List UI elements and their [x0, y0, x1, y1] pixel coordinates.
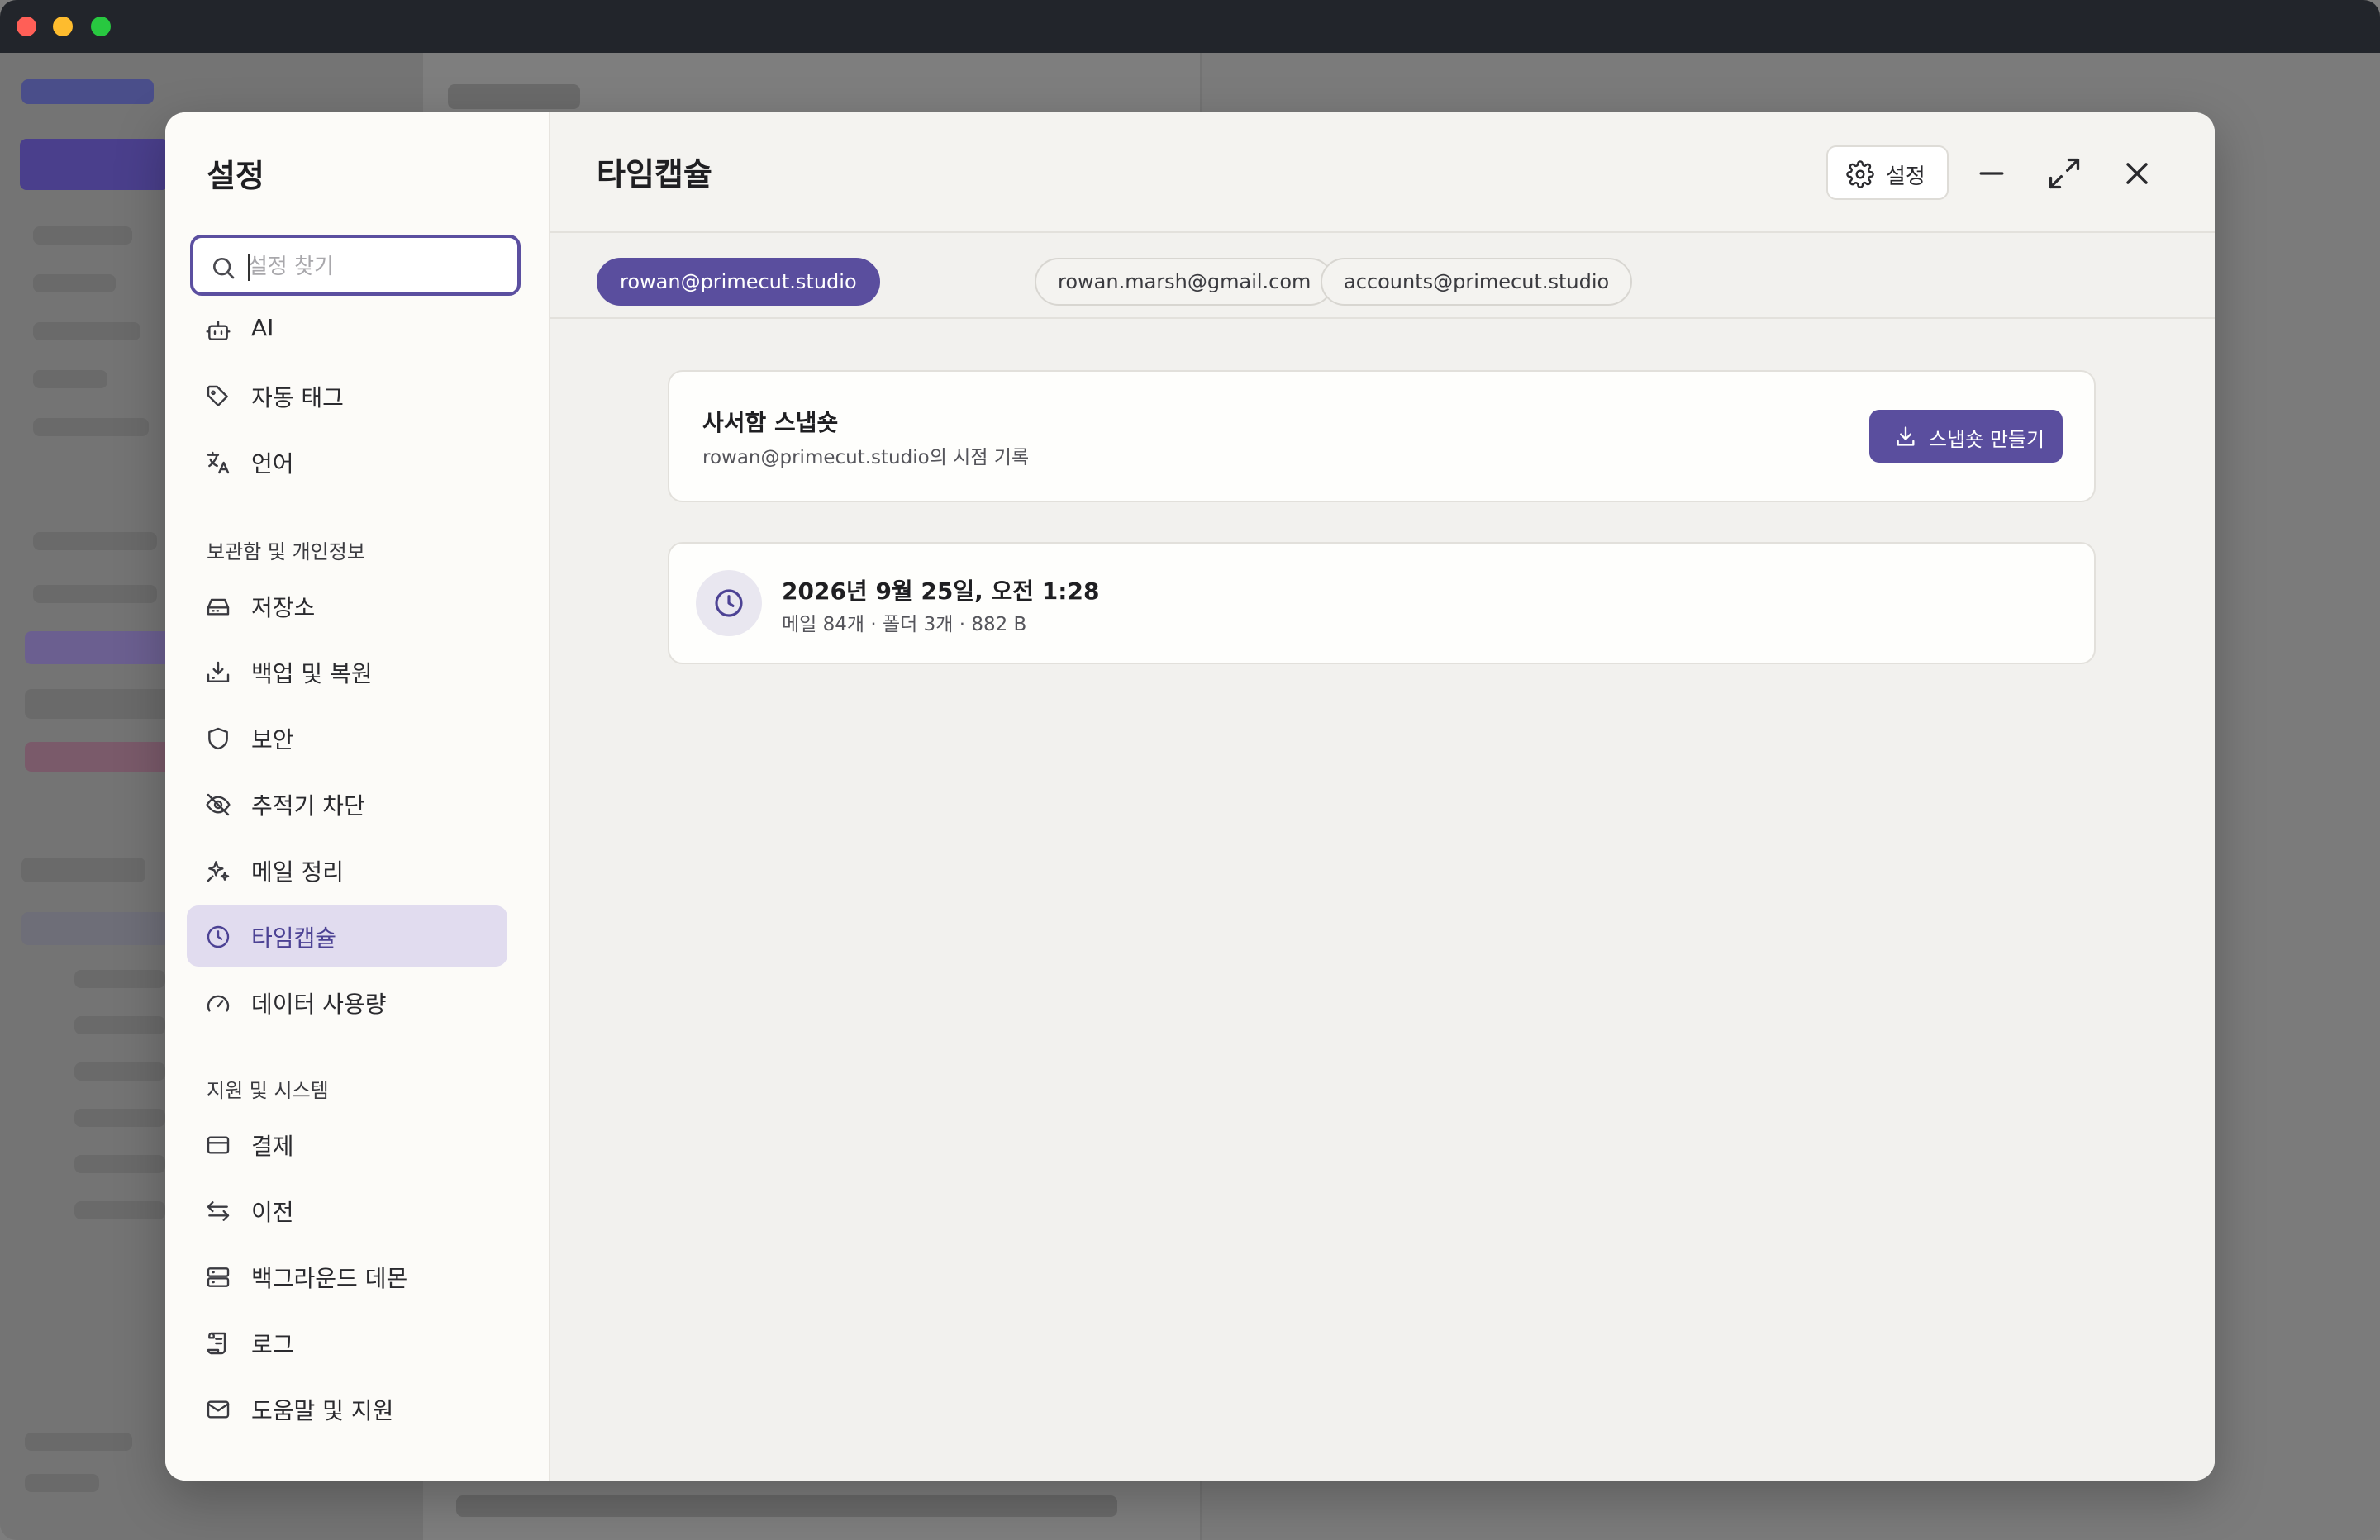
sidebar-item-ai[interactable]: AI — [187, 299, 507, 360]
settings-sidebar: 설정 AI 자동 태그 언어 보관함 및 개인정보 저장소 백업 및 복원 — [165, 112, 550, 1481]
close-icon[interactable] — [2119, 155, 2155, 192]
server-icon — [207, 1267, 230, 1287]
translate-icon — [207, 451, 230, 474]
sidebar-item-label: 백그라운드 데몬 — [251, 1265, 408, 1292]
sidebar-item-label: 언어 — [251, 450, 294, 478]
settings-button[interactable]: 설정 — [1826, 145, 1949, 200]
sidebar-item-label: 로그 — [251, 1331, 294, 1358]
mail-icon — [207, 1400, 230, 1419]
search-icon — [213, 258, 235, 279]
sidebar-item-label: 보안 — [251, 726, 294, 753]
scroll-icon — [207, 1332, 226, 1355]
tag-icon — [207, 385, 228, 406]
sidebar-item-billing[interactable]: 결제 — [187, 1114, 507, 1175]
sidebar-item-logs[interactable]: 로그 — [187, 1312, 507, 1373]
sidebar-item-label: 백업 및 복원 — [251, 660, 373, 687]
credit-card-icon — [207, 1136, 230, 1154]
settings-dialog: 설정 AI 자동 태그 언어 보관함 및 개인정보 저장소 백업 및 복원 — [165, 112, 2215, 1481]
section-label-privacy: 보관함 및 개인정보 — [207, 540, 365, 563]
sidebar-item-storage[interactable]: 저장소 — [187, 575, 507, 636]
settings-search-input[interactable] — [246, 250, 497, 284]
sidebar-item-backup[interactable]: 백업 및 복원 — [187, 641, 507, 702]
sidebar-item-label: 결제 — [251, 1133, 294, 1160]
page-title: 타임캡슐 — [597, 156, 712, 192]
account-tabs: rowan@primecut.studio rowan.marsh@gmail.… — [550, 233, 2215, 319]
sidebar-item-data-usage[interactable]: 데이터 사용량 — [187, 972, 507, 1033]
download-tray-icon — [207, 661, 230, 682]
create-snapshot-label: 스냅숏 만들기 — [1929, 428, 2045, 451]
settings-content: 타임캡슐 설정 rowan@primecut.studio rowan.mars… — [550, 112, 2215, 1481]
text-caret — [248, 254, 250, 281]
snapshot-card-title: 사서함 스냅숏 — [702, 409, 839, 436]
sidebar-item-security[interactable]: 보안 — [187, 707, 507, 768]
sidebar-item-background-daemon[interactable]: 백그라운드 데몬 — [187, 1246, 507, 1307]
section-label-support: 지원 및 시스템 — [207, 1079, 329, 1102]
sidebar-item-auto-tag[interactable]: 자동 태그 — [187, 365, 507, 426]
sidebar-item-label: 타임캡슐 — [251, 924, 337, 952]
sidebar-item-label: 자동 태그 — [251, 384, 344, 411]
snapshot-card-subtitle: rowan@primecut.studio의 시점 기록 — [702, 447, 1030, 468]
sidebar-item-time-capsule[interactable]: 타임캡슐 — [187, 905, 507, 967]
snapshot-card: 사서함 스냅숏 rowan@primecut.studio의 시점 기록 스냅숏… — [668, 370, 2096, 502]
sidebar-item-label: AI — [251, 314, 274, 341]
hard-drive-icon — [207, 598, 230, 616]
snapshot-meta: 메일 84개 · 폴더 3개 · 882 B — [782, 614, 1027, 635]
robot-icon — [206, 321, 231, 340]
account-chip[interactable]: accounts@primecut.studio — [1321, 258, 1633, 306]
snapshot-avatar — [696, 570, 762, 636]
sidebar-item-migration[interactable]: 이전 — [187, 1180, 507, 1241]
eye-off-icon — [206, 793, 231, 816]
zoom-window-button[interactable] — [91, 17, 111, 36]
window-titlebar — [0, 0, 2380, 53]
sidebar-item-mail-cleanup[interactable]: 메일 정리 — [187, 839, 507, 901]
sidebar-item-label: 데이터 사용량 — [251, 991, 387, 1018]
minimize-window-button[interactable] — [53, 17, 73, 36]
gauge-icon — [207, 995, 230, 1012]
sidebar-item-help[interactable]: 도움말 및 지원 — [187, 1378, 507, 1439]
sparkles-icon — [207, 861, 230, 882]
content-header: 타임캡슐 설정 — [550, 112, 2215, 233]
download-icon — [1897, 426, 1915, 446]
account-chip-active[interactable]: rowan@primecut.studio — [597, 258, 880, 306]
sidebar-item-label: 도움말 및 지원 — [251, 1397, 394, 1424]
sidebar-item-label: 메일 정리 — [251, 858, 344, 886]
settings-button-label: 설정 — [1886, 164, 1925, 189]
snapshot-list-item[interactable]: 2026년 9월 25일, 오전 1:28 메일 84개 · 폴더 3개 · 8… — [668, 542, 2096, 664]
arrows-swap-icon — [207, 1201, 230, 1221]
sidebar-item-label: 저장소 — [251, 594, 316, 621]
account-chip[interactable]: rowan.marsh@gmail.com — [1035, 258, 1335, 306]
close-window-button[interactable] — [17, 17, 36, 36]
create-snapshot-button[interactable]: 스냅숏 만들기 — [1869, 410, 2063, 463]
settings-search-box[interactable] — [190, 235, 521, 296]
clock-icon — [715, 589, 743, 617]
sidebar-item-label: 추적기 차단 — [251, 792, 365, 820]
snapshot-date: 2026년 9월 25일, 오전 1:28 — [782, 578, 1100, 605]
expand-icon[interactable] — [2046, 155, 2082, 192]
sidebar-item-tracker-block[interactable]: 추적기 차단 — [187, 773, 507, 834]
settings-title: 설정 — [207, 158, 264, 194]
sidebar-item-label: 이전 — [251, 1199, 294, 1226]
minimize-icon[interactable] — [1973, 155, 2010, 192]
sidebar-item-language[interactable]: 언어 — [187, 431, 507, 492]
shield-icon — [208, 727, 228, 750]
gear-icon — [1846, 160, 1874, 188]
clock-icon — [207, 925, 230, 948]
